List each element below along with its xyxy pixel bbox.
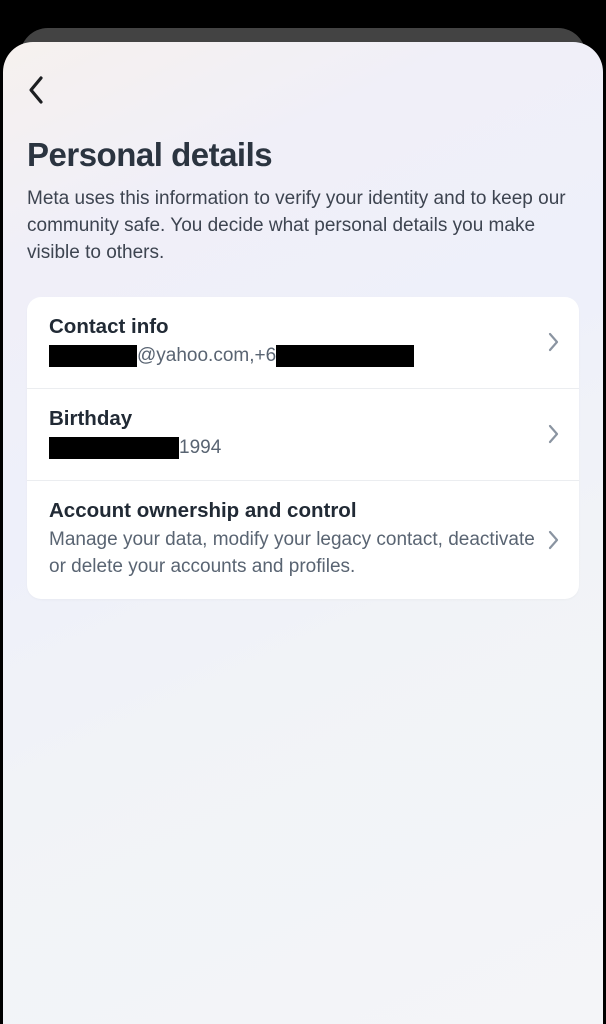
birthday-row[interactable]: Birthday 1994	[27, 389, 579, 481]
account-ownership-row[interactable]: Account ownership and control Manage you…	[27, 481, 579, 599]
birthday-title: Birthday	[49, 407, 536, 431]
main-sheet: Personal details Meta uses this informat…	[3, 42, 603, 1024]
contact-info-title: Contact info	[49, 315, 536, 339]
contact-info-value: @yahoo.com, +6	[49, 343, 536, 370]
birthday-year-text: 1994	[179, 435, 221, 462]
back-button[interactable]	[27, 70, 67, 110]
chevron-right-icon	[548, 530, 559, 550]
settings-card: Contact info @yahoo.com, +6 Birthday 199…	[27, 297, 579, 599]
email-domain-text: @yahoo.com,	[137, 343, 255, 370]
chevron-right-icon	[548, 424, 559, 444]
contact-info-row[interactable]: Contact info @yahoo.com, +6	[27, 297, 579, 389]
account-ownership-description: Manage your data, modify your legacy con…	[49, 527, 536, 581]
sheet-stack: Personal details Meta uses this informat…	[0, 0, 606, 1024]
phone-prefix-text: +6	[255, 343, 277, 370]
list-item-content: Account ownership and control Manage you…	[49, 499, 536, 581]
redacted-email-local	[49, 345, 137, 367]
list-item-content: Contact info @yahoo.com, +6	[49, 315, 536, 370]
redacted-birthday-date	[49, 437, 179, 459]
page-subtitle: Meta uses this information to verify you…	[27, 186, 579, 267]
chevron-left-icon	[27, 75, 47, 105]
redacted-phone	[276, 345, 414, 367]
list-item-content: Birthday 1994	[49, 407, 536, 462]
account-ownership-title: Account ownership and control	[49, 499, 536, 523]
chevron-right-icon	[548, 332, 559, 352]
page-title: Personal details	[27, 136, 579, 174]
birthday-value: 1994	[49, 435, 536, 462]
